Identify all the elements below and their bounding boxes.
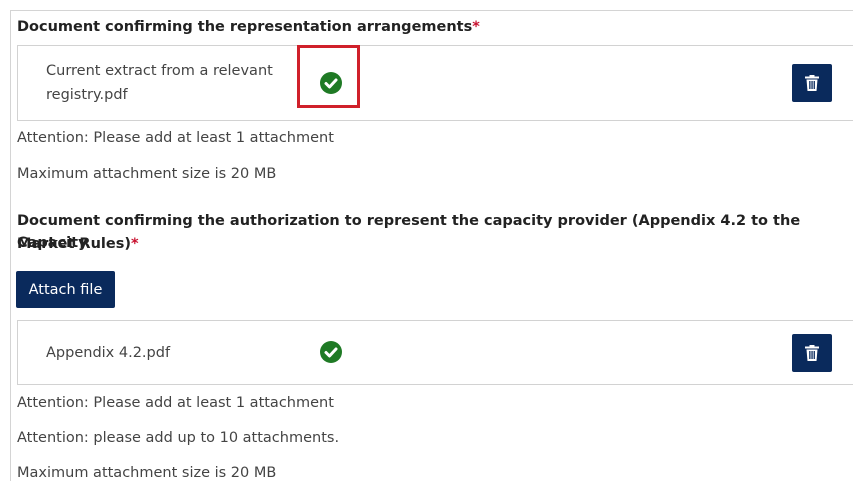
file-name: Appendix 4.2.pdf bbox=[46, 345, 171, 361]
trash-icon bbox=[805, 345, 819, 361]
attach-file-button[interactable]: Attach file bbox=[16, 271, 115, 308]
note-max-attachments: Attention: please add up to 10 attachmen… bbox=[17, 430, 340, 446]
required-asterisk: * bbox=[130, 236, 139, 252]
section-title-authorization-line2: Market Rules)* bbox=[17, 236, 139, 252]
highlight-annotation-box bbox=[297, 45, 360, 108]
check-circle-icon bbox=[320, 341, 342, 363]
note-min-attachments: Attention: Please add at least 1 attachm… bbox=[17, 130, 334, 146]
trash-icon bbox=[805, 75, 819, 91]
required-asterisk: * bbox=[472, 19, 480, 35]
file-name-line2: registry.pdf bbox=[46, 87, 128, 103]
note-max-size: Maximum attachment size is 20 MB bbox=[17, 465, 277, 481]
delete-file-button[interactable] bbox=[792, 64, 832, 102]
attached-file-row: Current extract from a relevant registry… bbox=[17, 45, 853, 121]
note-min-attachments: Attention: Please add at least 1 attachm… bbox=[17, 395, 334, 411]
attached-file-row: Appendix 4.2.pdf bbox=[17, 320, 853, 385]
note-max-size: Maximum attachment size is 20 MB bbox=[17, 166, 277, 182]
delete-file-button[interactable] bbox=[792, 334, 832, 372]
file-name-line1: Current extract from a relevant bbox=[46, 63, 273, 79]
section-title-representation: Document confirming the representation a… bbox=[17, 19, 480, 35]
section-title-authorization: Document confirming the authorization to… bbox=[17, 213, 801, 251]
